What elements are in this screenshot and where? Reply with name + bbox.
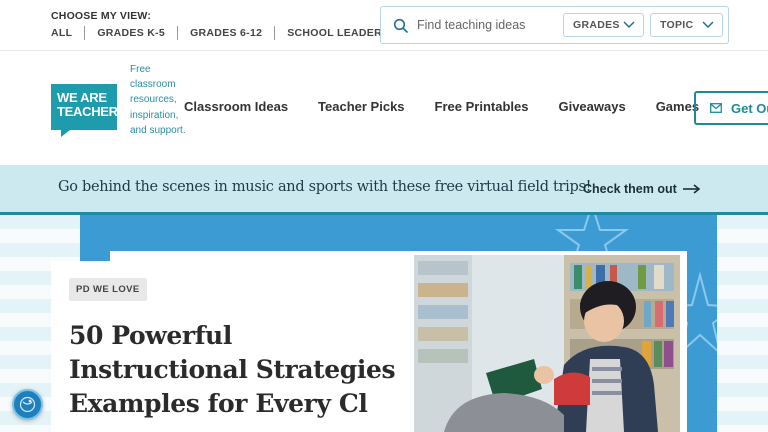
accessibility-icon <box>19 396 36 413</box>
main-header: WE ARE TEACHERS Free classroom resources… <box>0 51 768 165</box>
view-links: ALL GRADES K-5 GRADES 6-12 SCHOOL LEADER… <box>51 26 401 40</box>
nav-free-printables[interactable]: Free Printables <box>435 99 529 114</box>
view-link-grades-6-12[interactable]: GRADES 6-12 <box>177 26 274 40</box>
chevron-down-icon <box>702 21 714 29</box>
search-icon <box>393 18 408 33</box>
grades-filter-dropdown[interactable]: GRADES <box>563 13 644 37</box>
mail-icon <box>710 103 722 113</box>
promo-link-label: Check them out <box>583 182 677 196</box>
nav-giveaways[interactable]: Giveaways <box>558 99 625 114</box>
accessibility-button[interactable] <box>12 389 43 420</box>
chevron-down-icon <box>623 21 635 29</box>
search-box: GRADES TOPIC <box>380 6 729 44</box>
hero-section: PD WE LOVE 50 Powerful Instructional Str… <box>0 215 768 432</box>
main-nav: Classroom Ideas Teacher Picks Free Print… <box>184 99 729 114</box>
grades-filter-label: GRADES <box>573 19 620 31</box>
site-tagline: Free classroom resources, inspiration, a… <box>130 64 186 136</box>
promo-link[interactable]: Check them out <box>583 182 701 196</box>
cta-label: Get Ou <box>731 100 768 116</box>
choose-view-title: CHOOSE MY VIEW: <box>51 10 152 22</box>
article-headline[interactable]: 50 Powerful Instructional Strategies Exa… <box>69 319 409 421</box>
newsletter-cta-button[interactable]: Get Ou <box>694 91 768 125</box>
boy-reading-photo <box>414 255 680 432</box>
promo-banner: Go behind the scenes in music and sports… <box>0 165 768 215</box>
view-link-all[interactable]: ALL <box>51 26 84 40</box>
arrow-right-icon <box>682 184 701 194</box>
top-utility-bar: CHOOSE MY VIEW: ALL GRADES K-5 GRADES 6-… <box>0 0 768 51</box>
topic-filter-dropdown[interactable]: TOPIC <box>650 13 723 37</box>
nav-teacher-picks[interactable]: Teacher Picks <box>318 99 404 114</box>
search-input[interactable] <box>417 15 561 35</box>
topic-filter-label: TOPIC <box>660 19 694 31</box>
nav-games[interactable]: Games <box>656 99 699 114</box>
view-link-grades-k5[interactable]: GRADES K-5 <box>84 26 177 40</box>
hero-photo[interactable] <box>414 255 680 432</box>
article-card[interactable]: PD WE LOVE 50 Powerful Instructional Str… <box>51 261 412 432</box>
promo-text: Go behind the scenes in music and sports… <box>58 179 592 195</box>
logo-text: WE ARE TEACHERS <box>57 90 127 119</box>
nav-classroom-ideas[interactable]: Classroom Ideas <box>184 99 288 114</box>
site-logo[interactable]: WE ARE TEACHERS <box>51 84 127 137</box>
category-badge[interactable]: PD WE LOVE <box>69 278 147 301</box>
